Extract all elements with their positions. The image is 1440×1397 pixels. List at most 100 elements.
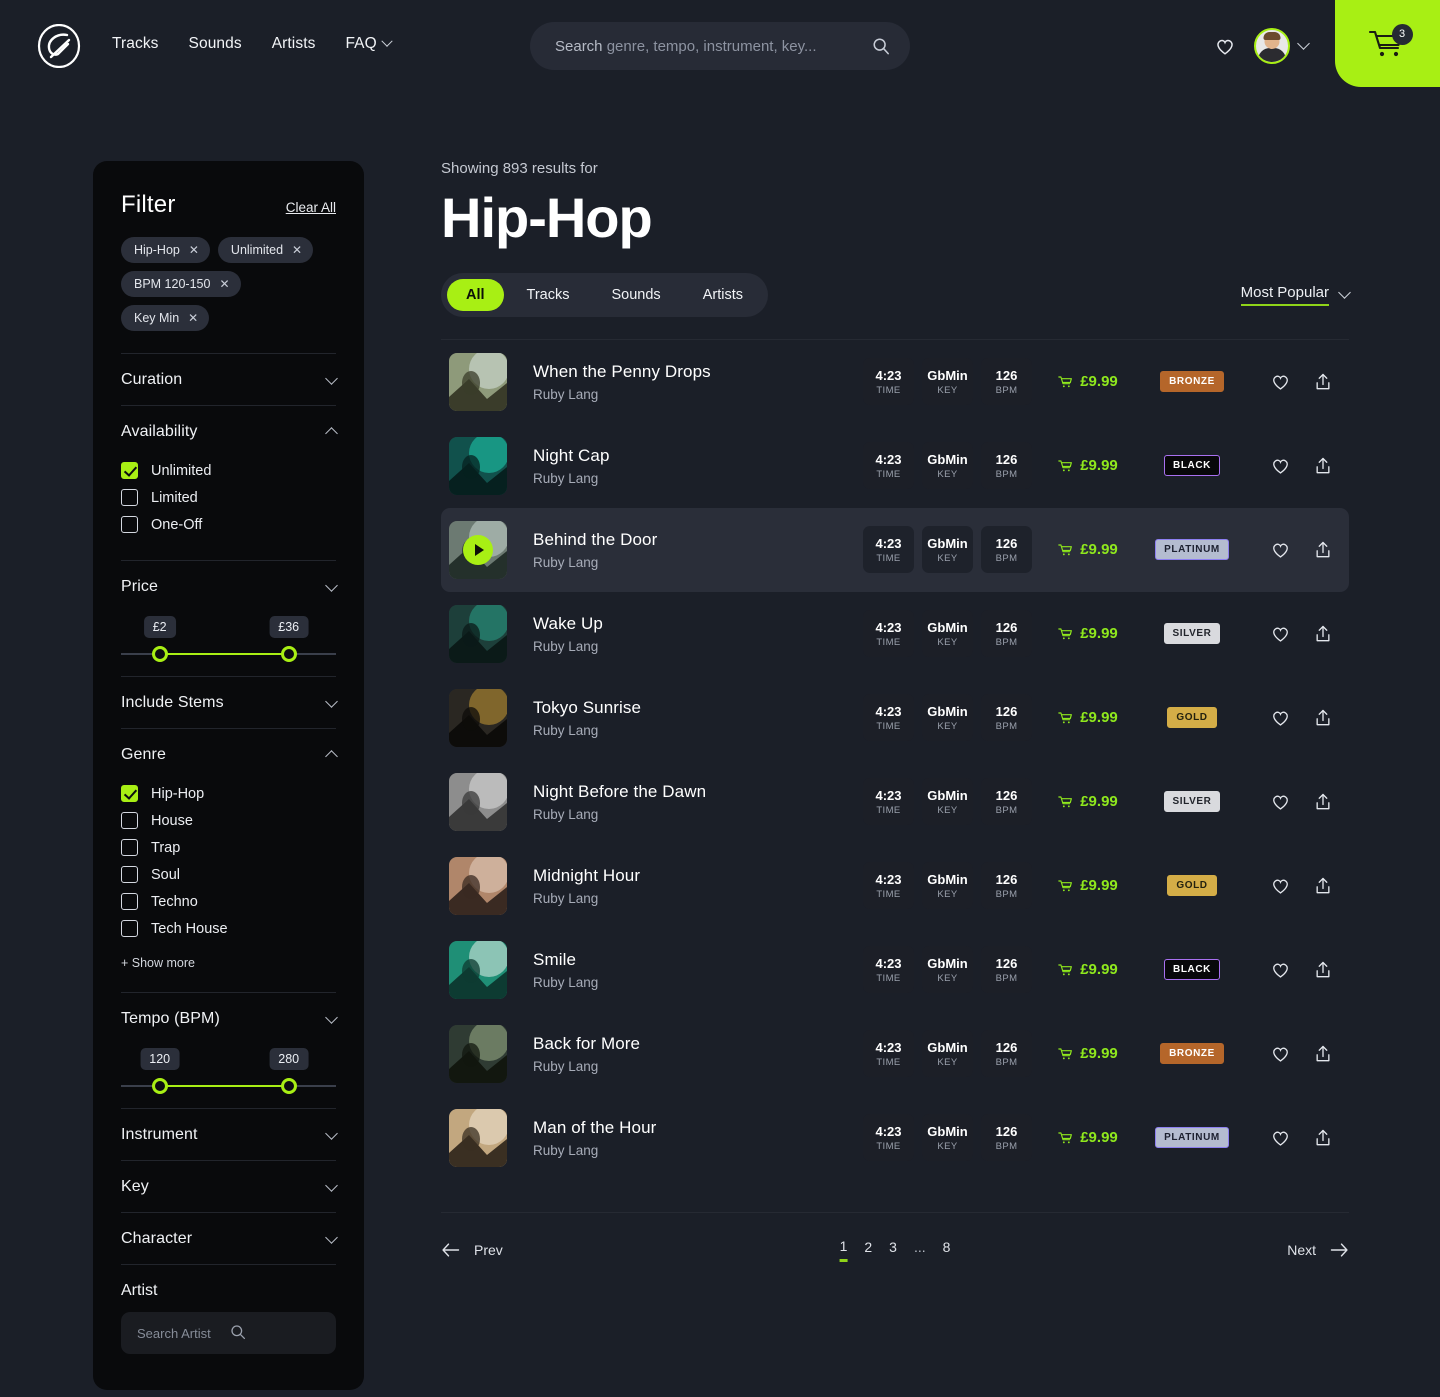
filter-chip[interactable]: Unlimited ✕: [217, 237, 314, 263]
track-artwork[interactable]: [449, 688, 507, 747]
brand-logo-icon[interactable]: [37, 23, 81, 69]
share-icon[interactable]: [1313, 1128, 1333, 1148]
track-row[interactable]: Midnight Hour Ruby Lang 4:23 TIME GbMin …: [441, 844, 1349, 928]
checkbox-option-limited[interactable]: Limited: [121, 484, 336, 511]
track-row[interactable]: Night Cap Ruby Lang 4:23 TIME GbMin KEY …: [441, 424, 1349, 508]
track-row[interactable]: Smile Ruby Lang 4:23 TIME GbMin KEY 126 …: [441, 928, 1349, 1012]
tempo-max-handle[interactable]: [280, 1078, 297, 1094]
filter-section-character[interactable]: Character: [121, 1213, 338, 1264]
chevron-up-icon[interactable]: [325, 426, 338, 440]
track-artwork[interactable]: [449, 772, 507, 831]
favorite-heart-icon[interactable]: [1270, 1043, 1291, 1064]
favorite-heart-icon[interactable]: [1270, 539, 1291, 560]
share-icon[interactable]: [1313, 372, 1333, 392]
tab-sounds[interactable]: Sounds: [593, 279, 680, 311]
checkbox-option-house[interactable]: House: [121, 807, 336, 834]
buy-price-button[interactable]: £9.99: [1032, 961, 1144, 978]
avatar[interactable]: [1254, 28, 1290, 64]
track-artwork[interactable]: [449, 352, 507, 411]
nav-item-tracks[interactable]: Tracks: [112, 35, 159, 53]
chevron-up-icon[interactable]: [325, 749, 338, 763]
share-icon[interactable]: [1313, 960, 1333, 980]
buy-price-button[interactable]: £9.99: [1032, 625, 1144, 642]
tempo-min-handle[interactable]: [151, 1078, 168, 1094]
share-icon[interactable]: [1313, 876, 1333, 896]
nav-item-faq[interactable]: FAQ: [345, 35, 393, 53]
page-number[interactable]: 2: [864, 1239, 872, 1260]
play-button[interactable]: [463, 534, 493, 565]
favorite-heart-icon[interactable]: [1270, 959, 1291, 980]
chevron-down-icon[interactable]: [325, 1230, 338, 1244]
buy-price-button[interactable]: £9.99: [1032, 373, 1144, 390]
checkbox-checked-icon[interactable]: [121, 785, 138, 802]
checkbox-icon[interactable]: [121, 839, 138, 856]
track-row[interactable]: Behind the Door Ruby Lang 4:23 TIME GbMi…: [441, 507, 1349, 592]
favorite-heart-icon[interactable]: [1270, 623, 1291, 644]
close-icon[interactable]: ✕: [188, 312, 198, 324]
buy-price-button[interactable]: £9.99: [1032, 541, 1144, 558]
clear-all-button[interactable]: Clear All: [286, 200, 336, 215]
sort-dropdown[interactable]: Most Popular: [1240, 284, 1351, 306]
track-artwork[interactable]: [449, 1024, 507, 1083]
price-range-slider[interactable]: £2 £36: [121, 616, 336, 676]
track-artwork[interactable]: [449, 520, 507, 579]
tab-all[interactable]: All: [447, 278, 504, 311]
filter-section-tempo[interactable]: Tempo (BPM): [121, 993, 338, 1044]
filter-section-instrument[interactable]: Instrument: [121, 1109, 338, 1160]
favorites-heart-icon[interactable]: [1214, 35, 1236, 57]
artist-search-input[interactable]: Search Artist: [121, 1312, 336, 1354]
track-artwork[interactable]: [449, 1108, 507, 1167]
favorite-heart-icon[interactable]: [1270, 455, 1291, 476]
favorite-heart-icon[interactable]: [1270, 371, 1291, 392]
share-icon[interactable]: [1313, 708, 1333, 728]
checkbox-option-soul[interactable]: Soul: [121, 861, 336, 888]
nav-item-sounds[interactable]: Sounds: [189, 35, 242, 53]
filter-section-price[interactable]: Price: [121, 561, 338, 612]
checkbox-icon[interactable]: [121, 920, 138, 937]
filter-section-genre[interactable]: Genre: [121, 729, 338, 780]
track-artwork[interactable]: [449, 436, 507, 495]
checkbox-icon[interactable]: [121, 516, 138, 533]
close-icon[interactable]: ✕: [189, 244, 199, 256]
tab-tracks[interactable]: Tracks: [508, 279, 589, 311]
checkbox-icon[interactable]: [121, 866, 138, 883]
track-row[interactable]: Tokyo Sunrise Ruby Lang 4:23 TIME GbMin …: [441, 676, 1349, 760]
chevron-down-icon[interactable]: [325, 694, 338, 708]
checkbox-icon[interactable]: [121, 489, 138, 506]
filter-section-key[interactable]: Key: [121, 1161, 338, 1212]
checkbox-checked-icon[interactable]: [121, 462, 138, 479]
buy-price-button[interactable]: £9.99: [1032, 709, 1144, 726]
chevron-down-icon[interactable]: [1297, 37, 1310, 50]
buy-price-button[interactable]: £9.99: [1032, 1129, 1144, 1146]
cart-button[interactable]: 3: [1335, 0, 1440, 87]
track-row[interactable]: Wake Up Ruby Lang 4:23 TIME GbMin KEY 12…: [441, 592, 1349, 676]
filter-chip[interactable]: BPM 120-150 ✕: [121, 271, 241, 297]
filter-section-include-stems[interactable]: Include Stems: [121, 677, 338, 728]
track-row[interactable]: When the Penny Drops Ruby Lang 4:23 TIME…: [441, 340, 1349, 424]
page-number[interactable]: 8: [943, 1239, 951, 1260]
checkbox-icon[interactable]: [121, 812, 138, 829]
share-icon[interactable]: [1313, 540, 1333, 560]
chevron-down-icon[interactable]: [325, 1010, 338, 1024]
filter-section-curation[interactable]: Curation: [121, 354, 338, 405]
checkbox-option-hip-hop[interactable]: Hip-Hop: [121, 780, 336, 807]
filter-section-availability[interactable]: Availability: [121, 406, 338, 457]
favorite-heart-icon[interactable]: [1270, 1127, 1291, 1148]
filter-chip[interactable]: Hip-Hop ✕: [121, 237, 210, 263]
track-row[interactable]: Man of the Hour Ruby Lang 4:23 TIME GbMi…: [441, 1096, 1349, 1180]
chevron-down-icon[interactable]: [325, 578, 338, 592]
chevron-down-icon[interactable]: [1338, 286, 1351, 299]
search-icon[interactable]: [872, 37, 890, 55]
checkbox-option-techno[interactable]: Techno: [121, 888, 336, 915]
price-max-handle[interactable]: [280, 646, 297, 662]
share-icon[interactable]: [1313, 1044, 1333, 1064]
share-icon[interactable]: [1313, 456, 1333, 476]
filter-chip[interactable]: Key Min ✕: [121, 305, 210, 331]
next-page-button[interactable]: Next: [1287, 1240, 1349, 1260]
favorite-heart-icon[interactable]: [1270, 791, 1291, 812]
checkbox-option-one-off[interactable]: One-Off: [121, 511, 336, 538]
buy-price-button[interactable]: £9.99: [1032, 457, 1144, 474]
buy-price-button[interactable]: £9.99: [1032, 793, 1144, 810]
buy-price-button[interactable]: £9.99: [1032, 877, 1144, 894]
checkbox-option-unlimited[interactable]: Unlimited: [121, 457, 336, 484]
